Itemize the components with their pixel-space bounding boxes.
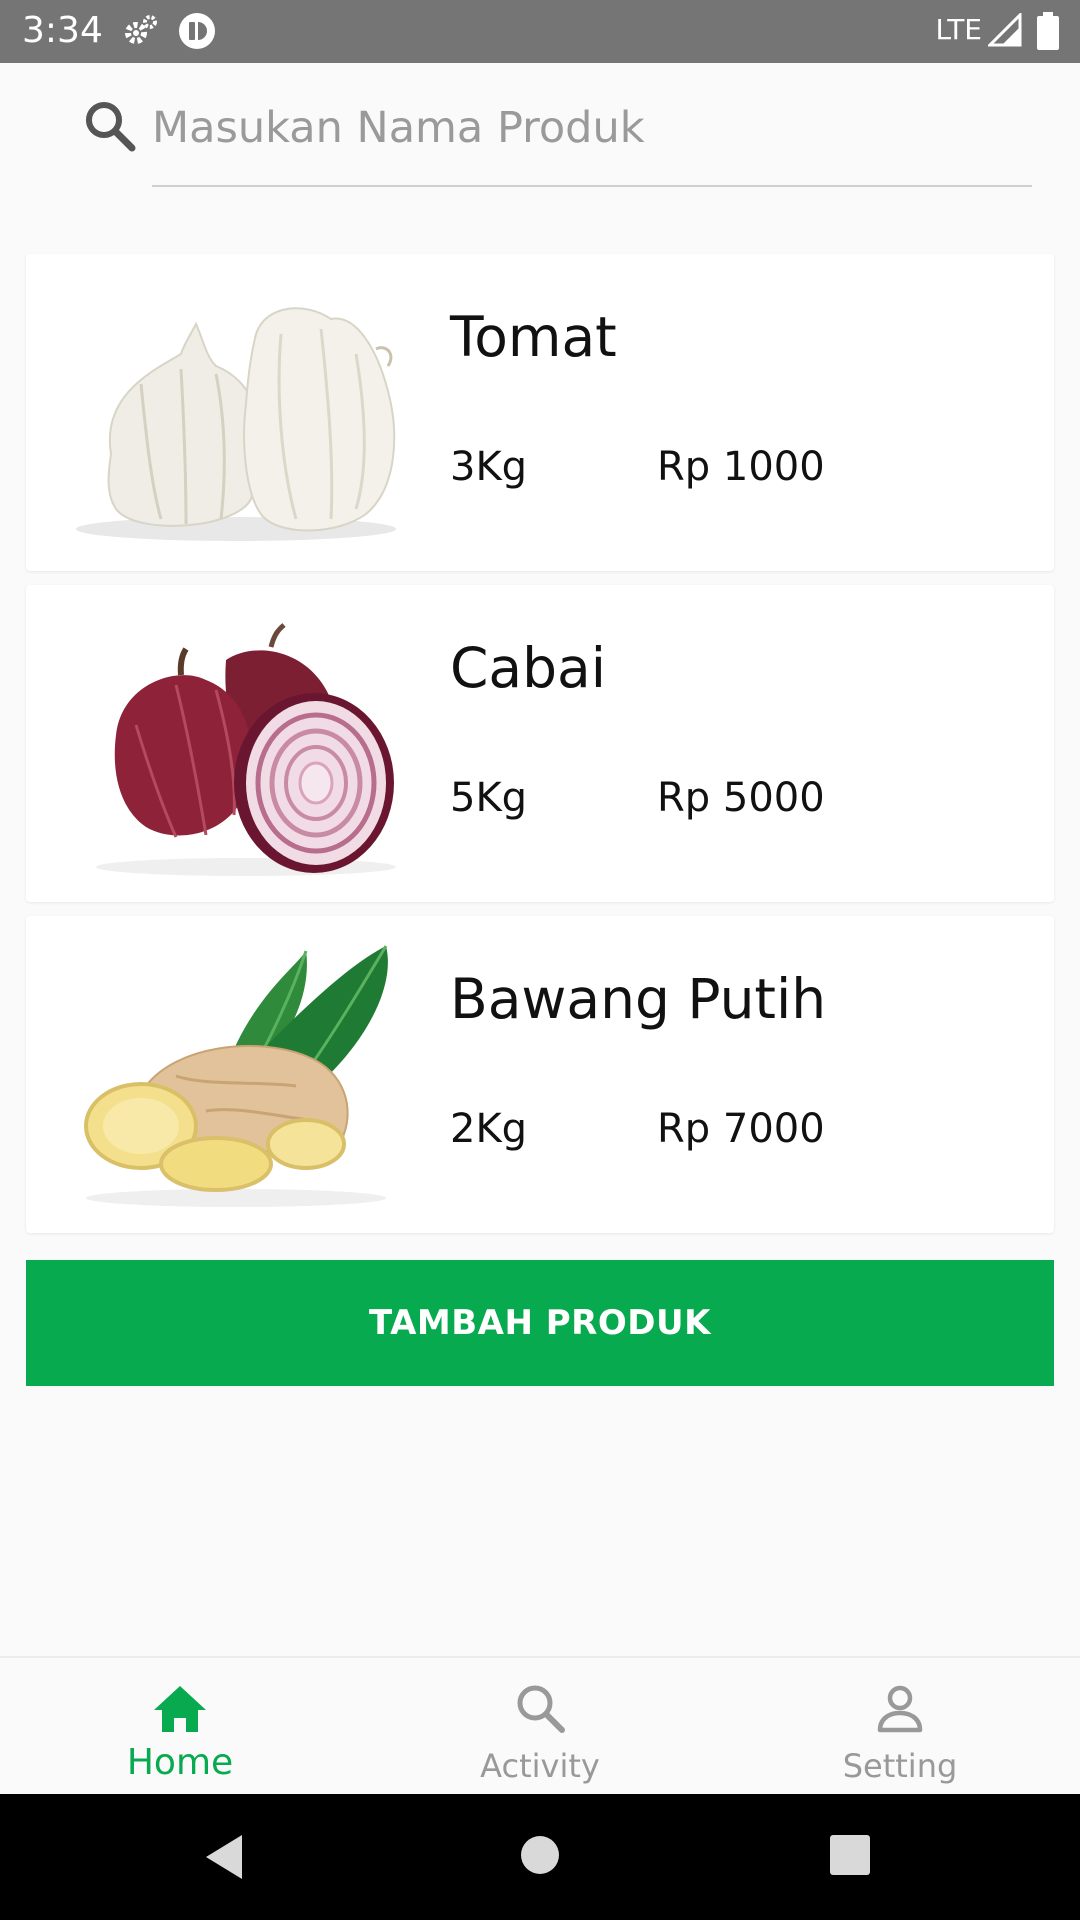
system-navigation-bar bbox=[0, 1794, 1080, 1920]
red-onion-image bbox=[96, 623, 396, 876]
product-card[interactable]: Bawang Putih 2Kg Rp 7000 bbox=[26, 916, 1054, 1233]
garlic-image bbox=[76, 307, 396, 541]
product-price: Rp 7000 bbox=[657, 1106, 825, 1152]
app-notification-icon bbox=[179, 13, 215, 49]
status-bar: 3:34 LTE bbox=[0, 0, 1080, 63]
nav-item-home[interactable]: Home bbox=[0, 1658, 360, 1796]
bottom-navigation: Home Activity Setting bbox=[0, 1656, 1080, 1794]
product-weight: 5Kg bbox=[450, 775, 528, 821]
back-icon[interactable] bbox=[202, 1832, 246, 1882]
search-icon[interactable] bbox=[82, 98, 138, 154]
search-input[interactable] bbox=[152, 92, 1032, 164]
person-icon bbox=[877, 1685, 923, 1733]
nav-item-activity[interactable]: Activity bbox=[360, 1658, 720, 1796]
screen: 3:34 LTE Masukan Nama Produk Tomat 3Kg R… bbox=[0, 0, 1080, 1920]
add-product-button[interactable]: TAMBAH PRODUK bbox=[26, 1260, 1054, 1386]
product-price: Rp 5000 bbox=[657, 775, 825, 821]
recents-icon[interactable] bbox=[830, 1835, 870, 1875]
product-name: Cabai bbox=[450, 636, 607, 700]
home-icon bbox=[154, 1686, 206, 1732]
ginger-image bbox=[84, 945, 388, 1207]
status-time: 3:34 bbox=[22, 10, 103, 51]
product-price: Rp 1000 bbox=[657, 444, 825, 490]
product-card[interactable]: Tomat 3Kg Rp 1000 bbox=[26, 254, 1054, 571]
product-weight: 2Kg bbox=[450, 1106, 528, 1152]
nav-item-setting[interactable]: Setting bbox=[720, 1658, 1080, 1796]
signal-icon bbox=[988, 13, 1022, 47]
product-name: Tomat bbox=[450, 305, 617, 369]
nav-label-setting: Setting bbox=[842, 1747, 958, 1785]
nav-label-home: Home bbox=[126, 1742, 234, 1783]
nav-label-activity: Activity bbox=[480, 1747, 600, 1785]
search-icon bbox=[517, 1685, 565, 1733]
product-name: Bawang Putih bbox=[450, 967, 827, 1031]
product-card[interactable]: Cabai 5Kg Rp 5000 bbox=[26, 585, 1054, 902]
product-weight: 3Kg bbox=[450, 444, 528, 490]
home-circle-icon[interactable] bbox=[520, 1835, 560, 1875]
search-underline bbox=[152, 185, 1032, 187]
network-type: LTE bbox=[935, 13, 982, 46]
settings-gear-icon bbox=[125, 15, 157, 44]
battery-icon bbox=[1037, 12, 1059, 50]
